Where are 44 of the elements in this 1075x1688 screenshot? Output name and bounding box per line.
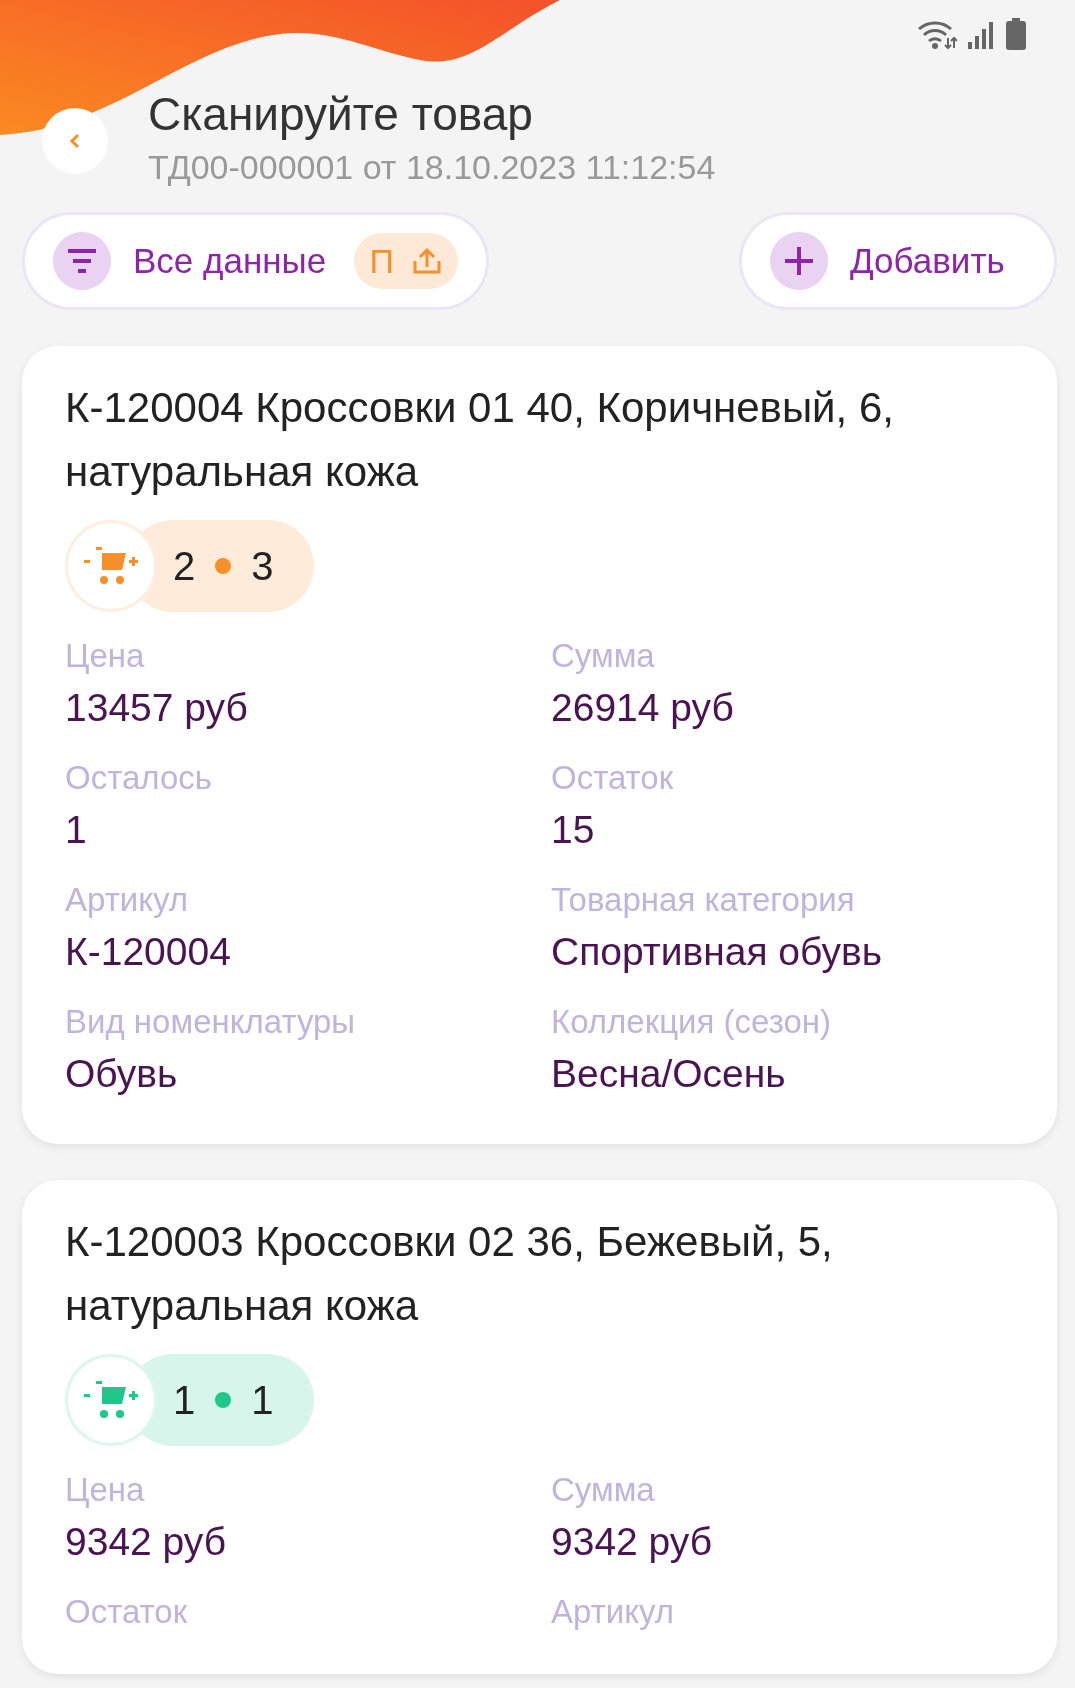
signal-icon (967, 20, 995, 50)
field-value: Обувь (65, 1051, 179, 1097)
field-value: Спортивная обувь (551, 929, 884, 975)
field-label: Артикул (551, 1592, 676, 1632)
page-title: Сканируйте товар (148, 87, 534, 142)
mode-letter: П (369, 241, 394, 281)
field-value: 1 (65, 807, 88, 853)
field-label: Остаток (551, 758, 675, 798)
required-count: 1 (251, 1377, 274, 1423)
field-label: Вид номенклатуры (65, 1002, 357, 1042)
product-card[interactable] (22, 346, 1057, 1144)
field-value: 26914 руб (551, 685, 735, 731)
field-label: Коллекция (сезон) (551, 1002, 832, 1042)
add-button[interactable]: Добавить (739, 212, 1057, 310)
required-count: 3 (251, 543, 274, 589)
chevron-left-icon (69, 132, 81, 150)
field-value: 15 (551, 807, 596, 853)
field-label: Осталось (65, 758, 213, 798)
add-label: Добавить (850, 241, 1005, 281)
document-subtitle: ТД00-000001 от 18.10.2023 11:12:54 (148, 147, 716, 188)
field-label: Товарная категория (551, 880, 856, 920)
field-value: 9342 руб (551, 1519, 714, 1565)
filter-label: Все данные (133, 241, 327, 281)
plus-icon (783, 245, 815, 277)
field-label: Цена (65, 1470, 146, 1510)
field-label: Остаток (65, 1592, 189, 1632)
filter-button[interactable]: Все данные П (22, 212, 489, 310)
field-value: 9342 руб (65, 1519, 228, 1565)
field-value: 13457 руб (65, 685, 249, 731)
field-label: Артикул (65, 880, 190, 920)
product-title: К-120004 Кроссовки 01 40, Коричневый, 6, натуральная кожа (65, 383, 895, 497)
product-card[interactable]: К-120003 Кроссовки 02 36, Бежевый, 5, натуральная кожа 1 1 Цена 9342 руб Сумма 9342 руб Остаток Артикул (22, 1180, 1057, 1674)
upload-icon (412, 247, 442, 275)
field-label: Цена (65, 636, 146, 676)
wifi-icon (917, 20, 957, 50)
filter-icon (67, 247, 97, 275)
scanned-count: 2 (173, 543, 196, 589)
field-value: К-120004 (65, 929, 232, 975)
field-label: Сумма (551, 1470, 656, 1510)
scanned-count: 1 (173, 1377, 196, 1423)
field-value: Весна/Осень (551, 1051, 787, 1097)
field-label: Сумма (551, 636, 656, 676)
product-title: К-120003 Кроссовки 02 36, Бежевый, 5, натуральная кожа (65, 1217, 834, 1331)
battery-icon (1005, 18, 1027, 50)
